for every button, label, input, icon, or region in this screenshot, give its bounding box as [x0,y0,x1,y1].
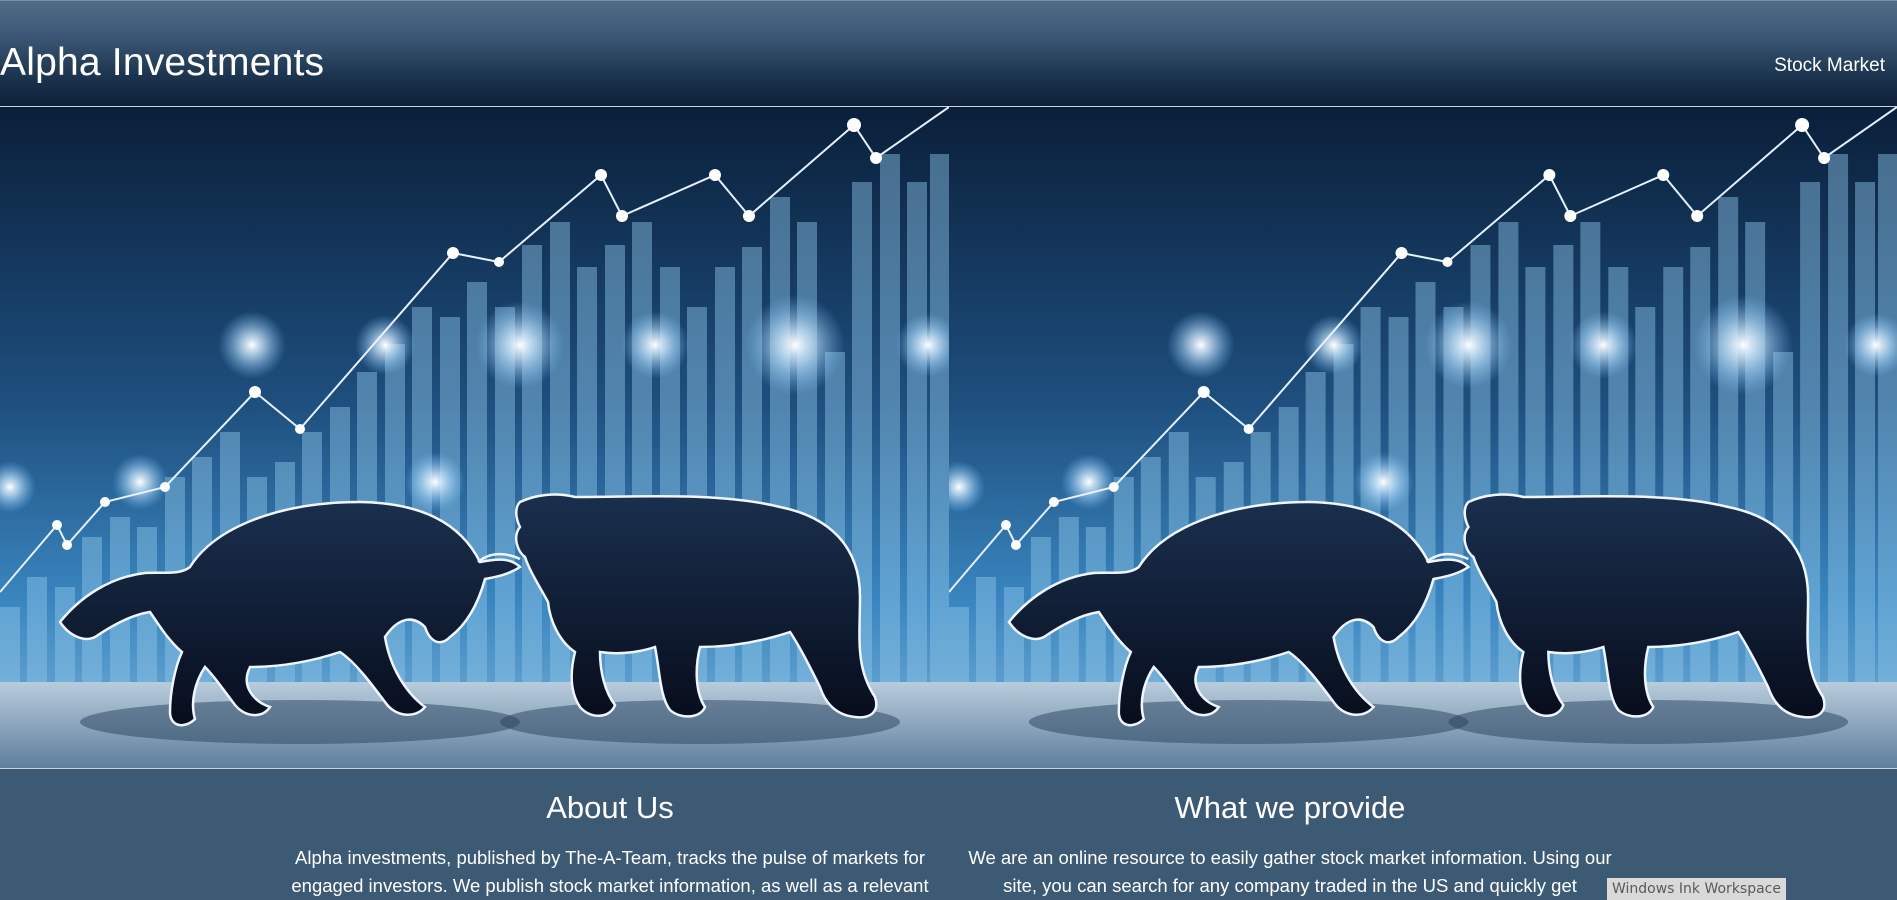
hero-image-bull-bear-right [949,107,1897,768]
bull-bear-illustration [0,107,949,768]
hero-banner [0,106,1897,769]
bull-bear-illustration [949,107,1897,768]
site-header: Alpha Investments Stock Market [0,0,1897,106]
about-us-text: Alpha investments, published by The-A-Te… [291,847,929,896]
nav-link-stock-market[interactable]: Stock Market [1774,55,1885,77]
info-sections: About Us Alpha investments, published by… [0,769,1897,900]
what-we-provide-heading: What we provide [1174,790,1406,825]
about-us-heading: About Us [546,790,674,825]
brand-title[interactable]: Alpha Investments [0,41,324,85]
what-we-provide-text: We are an online resource to easily gath… [968,847,1612,896]
hero-image-bull-bear-left [0,107,949,768]
windows-ink-workspace-badge[interactable]: Windows Ink Workspace [1606,878,1786,900]
about-us-section: About Us Alpha investments, published by… [280,769,940,900]
what-we-provide-section: What we provide We are an online resourc… [960,769,1620,900]
